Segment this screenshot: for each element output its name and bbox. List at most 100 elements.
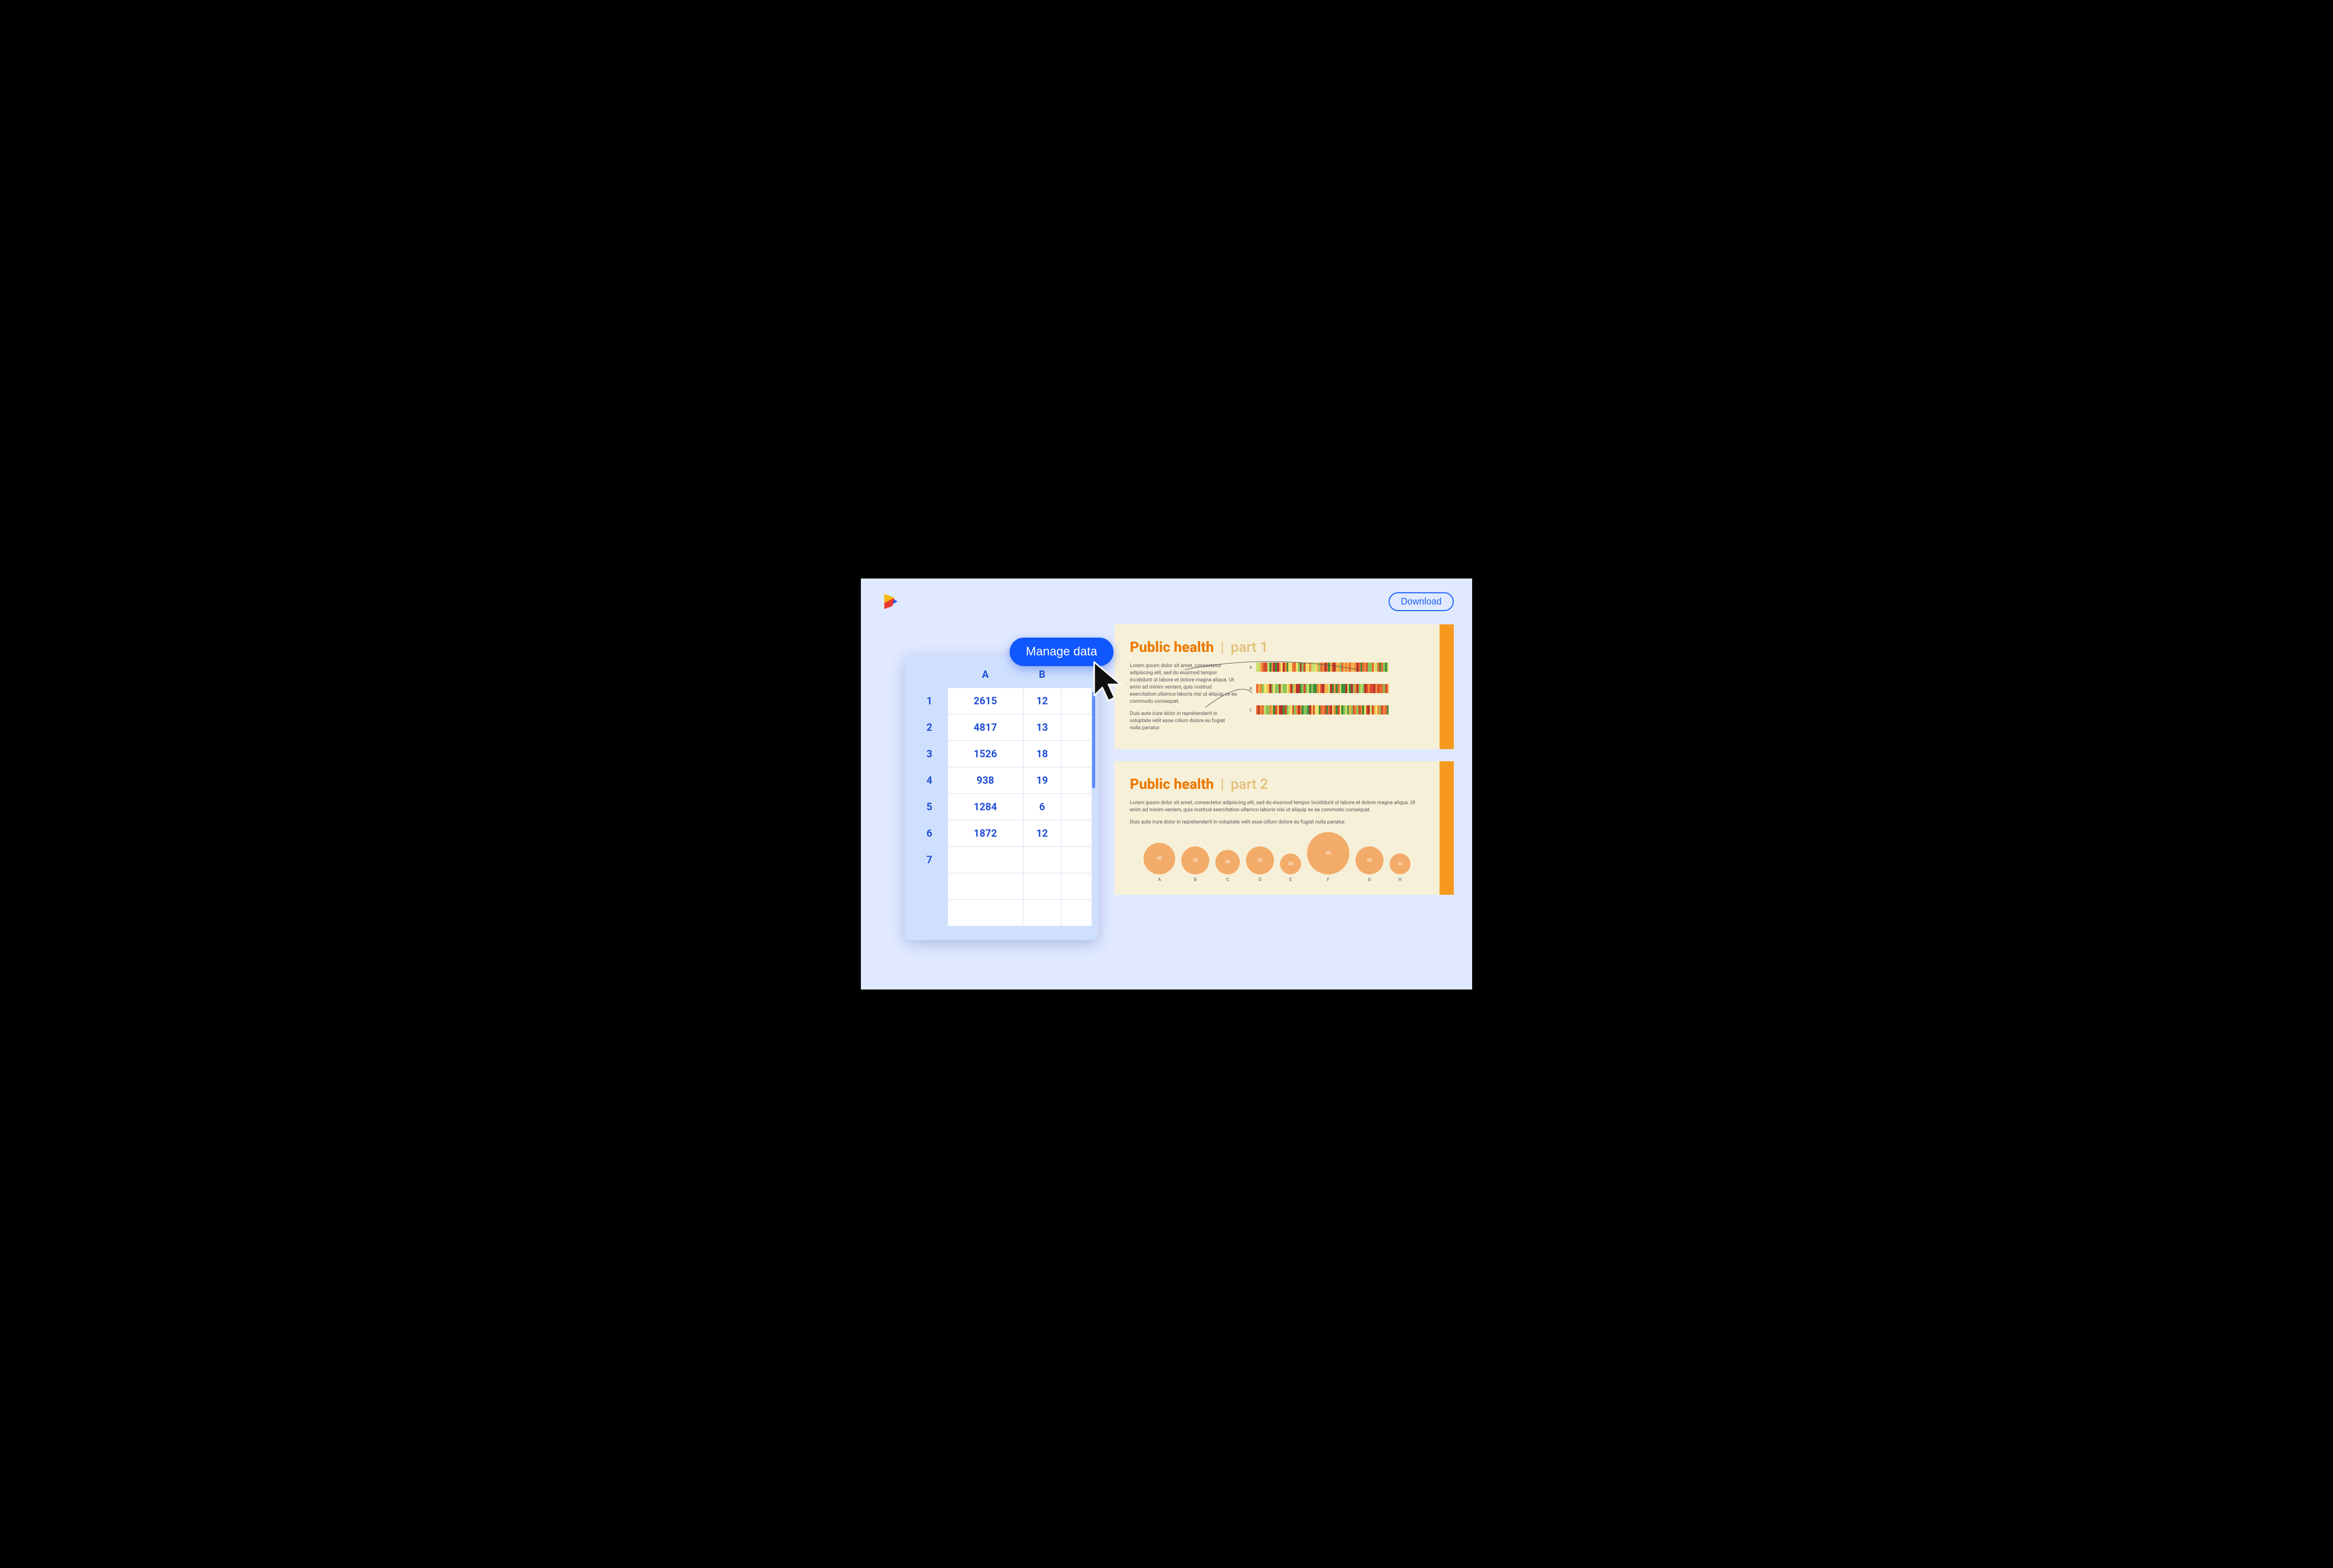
- cell[interactable]: [1062, 687, 1092, 714]
- preview-column: Public health | part 1 Lorem ipsum dolor…: [1115, 624, 1454, 971]
- spreadsheet[interactable]: A B 1261512 2481713 3152618 493819 51284…: [905, 655, 1098, 940]
- cell[interactable]: 6: [1023, 793, 1061, 820]
- bubble-item: 30 H: [1390, 854, 1410, 883]
- cell[interactable]: [1062, 793, 1092, 820]
- bubble-item: 90 F: [1307, 832, 1349, 883]
- table-row: 493819: [911, 767, 1092, 793]
- bubble-label: E: [1289, 877, 1292, 883]
- panel-title: Public health | part 2: [1130, 776, 1424, 792]
- cell[interactable]: 1526: [948, 740, 1023, 767]
- bubble-item: 50 D: [1246, 846, 1274, 883]
- cell[interactable]: [948, 899, 1023, 926]
- row-num[interactable]: 2: [911, 714, 948, 740]
- barcode-label: A: [1246, 665, 1252, 670]
- cell[interactable]: [1023, 846, 1061, 873]
- bubble-label: B: [1194, 877, 1197, 883]
- row-num[interactable]: 4: [911, 767, 948, 793]
- bubble-item: 40 C: [1215, 850, 1240, 883]
- barcode-a: [1256, 663, 1389, 672]
- bubble-label: C: [1226, 877, 1229, 883]
- bubble: 60: [1144, 843, 1175, 874]
- panel-title: Public health | part 1: [1130, 639, 1424, 655]
- data-table: A B 1261512 2481713 3152618 493819 51284…: [911, 661, 1092, 926]
- table-row: [911, 873, 1092, 899]
- report-panel-2: Public health | part 2 Lorem ipsum dolor…: [1115, 761, 1454, 895]
- logo-icon: [879, 591, 901, 612]
- table-row: 7: [911, 846, 1092, 873]
- row-num[interactable]: 3: [911, 740, 948, 767]
- cell[interactable]: 13: [1023, 714, 1061, 740]
- bubble-label: A: [1158, 877, 1161, 883]
- barcode-label: C: [1246, 708, 1252, 712]
- cell[interactable]: [1062, 714, 1092, 740]
- bubble-label: F: [1327, 877, 1330, 883]
- panel-accent-stripe: [1440, 624, 1454, 749]
- cell[interactable]: [948, 846, 1023, 873]
- cell[interactable]: [1062, 767, 1092, 793]
- bubble-item: 50 G: [1355, 846, 1383, 883]
- table-row: [911, 899, 1092, 926]
- panel-text: Lorem ipsum dolor sit amet, consectetur …: [1130, 800, 1424, 814]
- barcode-chart: A B C: [1246, 663, 1424, 737]
- col-header-a[interactable]: A: [948, 661, 1023, 687]
- cell[interactable]: 19: [1023, 767, 1061, 793]
- bubble: 90: [1307, 832, 1349, 874]
- cell[interactable]: 938: [948, 767, 1023, 793]
- panel-text: Duis aute irure dolor in reprehenderit i…: [1130, 819, 1424, 826]
- panel-text: Lorem ipsum dolor sit amet, consectetur …: [1130, 663, 1237, 705]
- cursor-icon: [1091, 660, 1126, 707]
- cell[interactable]: [1062, 873, 1092, 899]
- cell[interactable]: [1062, 740, 1092, 767]
- bubble: 50: [1246, 846, 1274, 874]
- bubble-chart: 60 A 50 B 40 C 50 D 30 E 90 F 50 G 30 H: [1130, 832, 1424, 883]
- report-panel-1: Public health | part 1 Lorem ipsum dolor…: [1115, 624, 1454, 749]
- table-row: 6187212: [911, 820, 1092, 846]
- row-num[interactable]: 6: [911, 820, 948, 846]
- cell[interactable]: 4817: [948, 714, 1023, 740]
- bubble-label: D: [1259, 877, 1262, 883]
- row-num[interactable]: [911, 899, 948, 926]
- cell[interactable]: [1062, 899, 1092, 926]
- cell[interactable]: 18: [1023, 740, 1061, 767]
- barcode-c: [1256, 705, 1389, 714]
- cell[interactable]: [1062, 846, 1092, 873]
- app-frame: Download Manage data A: [861, 579, 1472, 989]
- top-bar: Download: [861, 579, 1472, 618]
- bubble: 30: [1390, 854, 1410, 874]
- spreadsheet-card: Manage data A B: [905, 655, 1098, 940]
- row-num[interactable]: 7: [911, 846, 948, 873]
- spreadsheet-column: Manage data A B: [879, 624, 1098, 971]
- barcode-label: B: [1246, 686, 1252, 691]
- bubble: 50: [1355, 846, 1383, 874]
- row-header-blank: [911, 661, 948, 687]
- panel-text: Duis aute irure dolor in reprehenderit i…: [1130, 710, 1237, 732]
- cell[interactable]: [1023, 899, 1061, 926]
- row-num[interactable]: 5: [911, 793, 948, 820]
- table-row: 3152618: [911, 740, 1092, 767]
- row-num[interactable]: [911, 873, 948, 899]
- table-row: 512846: [911, 793, 1092, 820]
- bubble-label: H: [1398, 877, 1401, 883]
- download-button[interactable]: Download: [1389, 592, 1454, 611]
- bubble: 50: [1181, 846, 1209, 874]
- bubble-label: G: [1368, 877, 1371, 883]
- cell[interactable]: 12: [1023, 820, 1061, 846]
- table-row: 2481713: [911, 714, 1092, 740]
- cell[interactable]: [1023, 873, 1061, 899]
- cell[interactable]: 1872: [948, 820, 1023, 846]
- cell[interactable]: [1062, 820, 1092, 846]
- bubble-item: 60 A: [1144, 843, 1175, 883]
- cell[interactable]: 12: [1023, 687, 1061, 714]
- bubble-item: 50 B: [1181, 846, 1209, 883]
- cell[interactable]: [948, 873, 1023, 899]
- bubble-item: 30 E: [1280, 854, 1301, 883]
- bubble: 40: [1215, 850, 1240, 874]
- bubble: 30: [1280, 854, 1301, 874]
- cell[interactable]: 2615: [948, 687, 1023, 714]
- table-row: 1261512: [911, 687, 1092, 714]
- barcode-b: [1256, 684, 1389, 693]
- row-num[interactable]: 1: [911, 687, 948, 714]
- panel-accent-stripe: [1440, 761, 1454, 895]
- content-area: Manage data A B: [861, 618, 1472, 989]
- cell[interactable]: 1284: [948, 793, 1023, 820]
